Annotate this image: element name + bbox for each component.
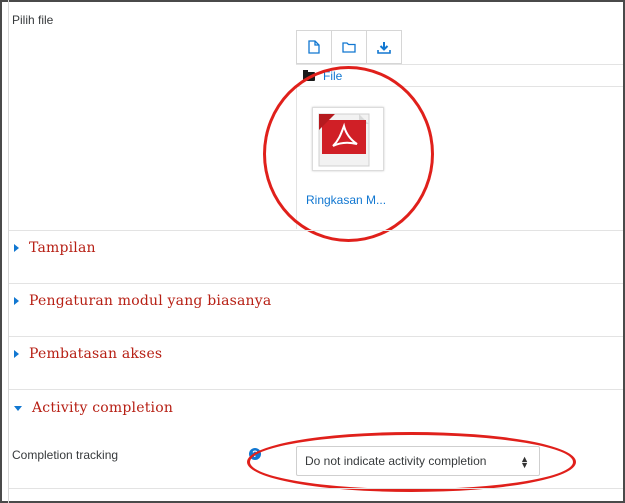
section-header-activity-completion[interactable]: Activity completion xyxy=(14,400,173,416)
section-header-pengaturan[interactable]: Pengaturan modul yang biasanya xyxy=(14,293,271,309)
create-folder-button[interactable] xyxy=(331,30,367,64)
filemanager-top-border xyxy=(296,64,623,65)
section-divider xyxy=(9,336,623,337)
download-all-button[interactable] xyxy=(366,30,402,64)
filemanager-toolbar xyxy=(296,30,402,64)
caret-right-icon xyxy=(14,297,19,305)
section-header-pembatasan[interactable]: Pembatasan akses xyxy=(14,346,162,362)
section-divider xyxy=(9,230,623,231)
section-divider xyxy=(9,488,623,489)
section-header-tampilan[interactable]: Tampilan xyxy=(14,240,96,256)
caret-right-icon xyxy=(14,350,19,358)
form-left-border xyxy=(8,0,9,503)
add-file-button[interactable] xyxy=(296,30,332,64)
section-divider xyxy=(9,389,623,390)
section-divider xyxy=(9,283,623,284)
section-title[interactable]: Pembatasan akses xyxy=(29,346,162,362)
folder-icon xyxy=(342,42,356,53)
completion-tracking-label: Completion tracking xyxy=(12,448,119,462)
section-title[interactable]: Pengaturan modul yang biasanya xyxy=(29,293,271,309)
highlight-circle-file xyxy=(263,66,434,242)
caret-down-icon xyxy=(14,405,22,411)
highlight-ellipse-select xyxy=(247,432,576,492)
file-icon xyxy=(308,40,320,54)
pilih-file-label: Pilih file xyxy=(12,13,54,27)
section-title[interactable]: Activity completion xyxy=(32,400,173,416)
download-icon xyxy=(377,41,391,54)
section-title[interactable]: Tampilan xyxy=(29,240,96,256)
caret-right-icon xyxy=(14,244,19,252)
